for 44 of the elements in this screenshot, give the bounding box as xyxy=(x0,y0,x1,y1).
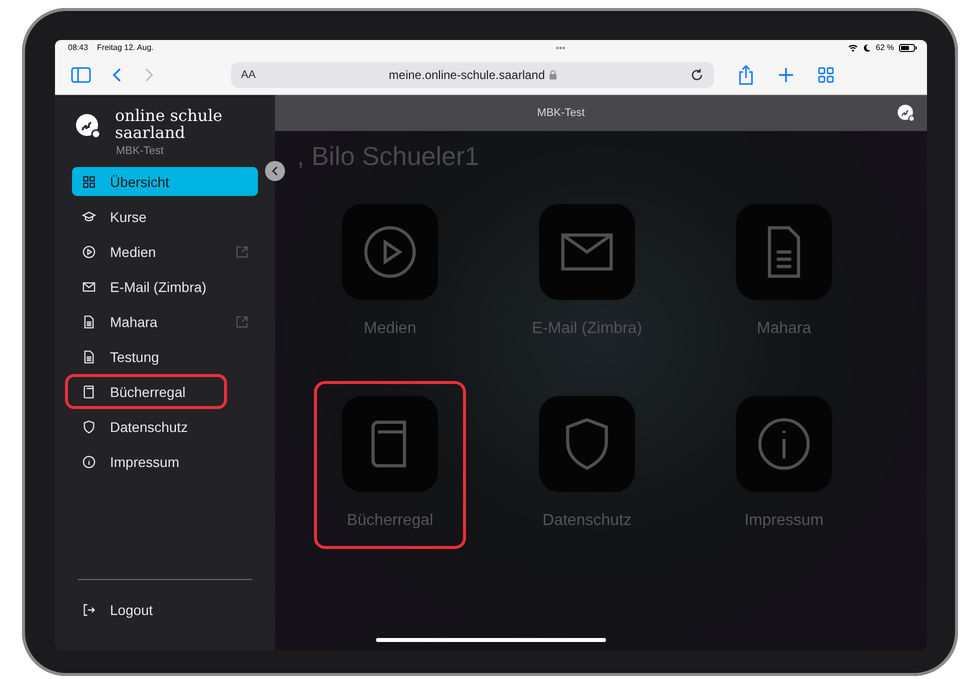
nav-item[interactable]: Testung xyxy=(72,342,258,371)
collapse-button[interactable] xyxy=(265,161,285,181)
tabs-icon[interactable] xyxy=(818,66,834,82)
plus-icon[interactable] xyxy=(778,66,794,82)
status-time: 08:43 xyxy=(68,43,88,52)
text-size-button[interactable]: AA xyxy=(241,68,256,80)
school-name: MBK-Test xyxy=(116,145,165,157)
cap-icon xyxy=(82,210,96,224)
mail-icon xyxy=(82,280,96,294)
nav-item[interactable]: Kurse xyxy=(72,202,258,231)
grid-icon xyxy=(82,174,96,188)
logout-item[interactable]: Logout xyxy=(72,595,258,624)
nav-item[interactable]: Medien xyxy=(72,237,258,266)
nav-item[interactable]: Übersicht xyxy=(72,167,258,196)
lock-icon xyxy=(548,70,557,80)
back-icon[interactable] xyxy=(111,66,123,82)
school-logo-icon[interactable] xyxy=(897,104,915,122)
nav-item[interactable]: Datenschutz xyxy=(72,412,258,441)
play-icon xyxy=(82,244,96,258)
moon-icon xyxy=(862,44,871,52)
header-title: MBK-Test xyxy=(537,107,585,119)
nav-item[interactable]: Bücherregal xyxy=(68,377,224,406)
wifi-icon xyxy=(848,44,858,52)
address-bar[interactable]: AA meine.online-schule.saarland xyxy=(231,62,714,88)
shield-icon xyxy=(82,420,96,434)
sidebar-toggle-icon[interactable] xyxy=(71,66,91,82)
share-icon[interactable] xyxy=(738,64,754,84)
nav-item[interactable]: Impressum xyxy=(72,447,258,476)
greeting: , Bilo Schueler1 xyxy=(297,141,480,172)
book-icon xyxy=(82,384,96,398)
nav-item[interactable]: Mahara xyxy=(72,307,258,336)
reload-icon[interactable] xyxy=(690,68,704,82)
battery-percent: 62 % xyxy=(876,43,894,52)
status-date: Freitag 12. Aug. xyxy=(97,43,154,52)
chevron-left-icon xyxy=(271,166,279,176)
brand-name: online schule saarland xyxy=(115,107,224,141)
battery-icon xyxy=(898,44,917,52)
doc-icon xyxy=(82,314,96,328)
school-logo-icon xyxy=(75,113,101,139)
nav-item[interactable]: E-Mail (Zimbra) xyxy=(72,272,258,301)
doc-icon xyxy=(82,350,96,364)
url-text: meine.online-schule.saarland xyxy=(388,68,545,82)
logout-icon xyxy=(82,602,96,616)
info-icon xyxy=(82,454,96,468)
